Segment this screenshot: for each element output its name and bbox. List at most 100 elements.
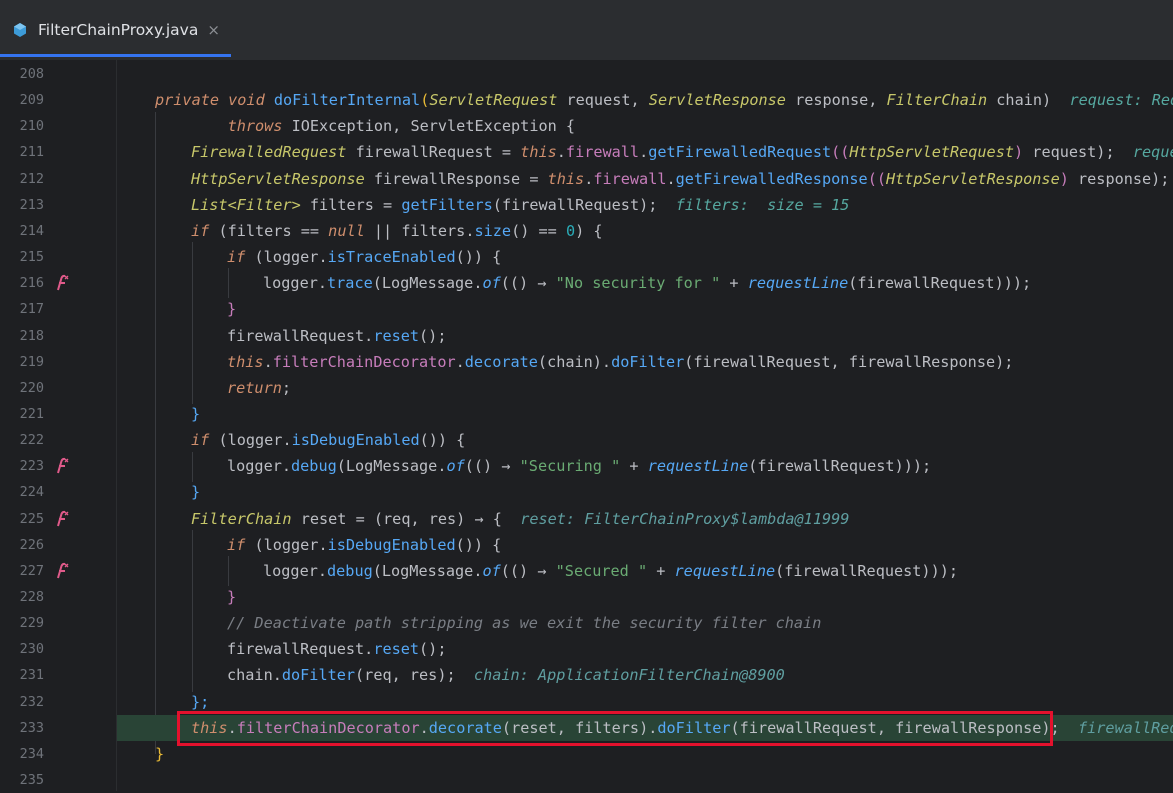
code-token: return	[227, 378, 282, 397]
tab-close-icon[interactable]: ×	[207, 21, 220, 39]
line-number[interactable]: 208	[0, 61, 44, 87]
line-number[interactable]: 233	[0, 715, 44, 741]
code-token: (firewallRequest, firewallResponse);	[730, 718, 1060, 737]
code-token: getFirewalledRequest	[648, 143, 832, 162]
line-number[interactable]: 222	[0, 427, 44, 453]
line-number[interactable]: 235	[0, 767, 44, 793]
code-line[interactable]: 235	[0, 767, 1173, 793]
code-line[interactable]: 227 logger.debug(LogMessage.of(() → "Secu…	[0, 558, 1173, 584]
code-token: ();	[419, 326, 447, 345]
code-line[interactable]: 230 firewallRequest.reset();	[0, 636, 1173, 662]
code-line[interactable]: 218 firewallRequest.reset();	[0, 323, 1173, 349]
line-number[interactable]: 229	[0, 610, 44, 636]
code-token: doFilter	[281, 666, 356, 685]
code-line[interactable]: 221}	[0, 401, 1173, 427]
code-token: request);	[1023, 143, 1115, 162]
line-number[interactable]: 230	[0, 636, 44, 662]
code-text: private void doFilterInternal(ServletReq…	[155, 87, 1173, 113]
code-line[interactable]: 210 throws IOException, ServletException…	[0, 113, 1173, 139]
code-punct: )	[1059, 169, 1069, 188]
code-token: firewallRequest.	[227, 640, 374, 659]
line-number[interactable]: 211	[0, 139, 44, 165]
code-token: reset	[373, 640, 420, 659]
line-number[interactable]: 212	[0, 166, 44, 192]
code-token: logger.	[227, 457, 292, 476]
code-line[interactable]: 219 this.filterChainDecorator.decorate(ch…	[0, 349, 1173, 375]
tab-filterchainproxy[interactable]: FilterChainProxy.java ×	[0, 6, 231, 57]
code-line[interactable]: 232};	[0, 689, 1173, 715]
line-number[interactable]: 226	[0, 532, 44, 558]
lambda-breakpoint-icon[interactable]	[53, 510, 69, 528]
line-number[interactable]: 228	[0, 584, 44, 610]
line-number[interactable]: 218	[0, 323, 44, 349]
line-number[interactable]: 231	[0, 662, 44, 688]
code-line[interactable]: 222 if (logger.isDebugEnabled()) {	[0, 427, 1173, 453]
code-line[interactable]: 209 private void doFilterInternal(Servlet…	[0, 87, 1173, 113]
code-token: throws	[227, 117, 292, 136]
line-number[interactable]: 232	[0, 689, 44, 715]
code-token: →	[474, 509, 484, 528]
line-number[interactable]: 220	[0, 375, 44, 401]
code-punct: >	[291, 195, 301, 214]
line-number[interactable]: 217	[0, 296, 44, 322]
code-token: (firewallRequest)));	[748, 457, 932, 476]
lambda-breakpoint-icon[interactable]	[53, 274, 69, 292]
code-token: "Secured "	[555, 561, 648, 580]
line-number[interactable]: 234	[0, 741, 44, 767]
inline-debug-value: firewallRequ	[1078, 718, 1173, 737]
code-line[interactable]: 233 this.filterChainDecorator.decorate(re…	[0, 714, 1173, 741]
code-text: this.filterChainDecorator.decorate(chain…	[227, 352, 1014, 371]
code-line[interactable]: 228}	[0, 584, 1173, 610]
code-token: ()) {	[455, 535, 502, 554]
code-token: filterChainDecorator	[236, 718, 420, 737]
line-number[interactable]: 214	[0, 218, 44, 244]
code-editor[interactable]: 208 209 private void doFilterInternal(Serv…	[0, 60, 1173, 791]
code-token: }	[227, 588, 237, 606]
code-line[interactable]: 225 FilterChain reset = (req, res) → { re…	[0, 506, 1173, 532]
code-line[interactable]: 226 if (logger.isDebugEnabled()) {	[0, 532, 1173, 558]
line-number[interactable]: 210	[0, 113, 44, 139]
code-line[interactable]: 229 // Deactivate path stripping as we ex…	[0, 610, 1173, 636]
code-line[interactable]: 216 logger.trace(LogMessage.of(() → "No s…	[0, 270, 1173, 296]
line-number[interactable]: 215	[0, 244, 44, 270]
code-line[interactable]: 223 logger.debug(LogMessage.of(() → "Secu…	[0, 453, 1173, 479]
code-text: };	[191, 689, 209, 715]
code-comment: // Deactivate path stripping as we exit …	[227, 614, 822, 633]
line-number[interactable]: 223	[0, 453, 44, 479]
code-line[interactable]: 213 List<Filter> filters = getFilters(fir…	[0, 192, 1173, 218]
code-token: (firewallRequest, firewallResponse);	[684, 352, 1014, 371]
code-line[interactable]: 208	[0, 61, 1173, 87]
code-line[interactable]: 214 if (filters == null || filters.size()…	[0, 218, 1173, 244]
code-token: (filters	[209, 221, 301, 240]
code-token: if	[191, 221, 210, 240]
code-line[interactable]: 234}	[0, 741, 1173, 767]
code-line[interactable]: 212 HttpServletResponse firewallResponse …	[0, 166, 1173, 192]
line-number[interactable]: 227	[0, 558, 44, 584]
code-token: (firewallRequest)));	[775, 561, 958, 580]
line-number[interactable]: 216	[0, 270, 44, 296]
lambda-breakpoint-icon[interactable]	[53, 562, 69, 580]
code-text: }	[191, 479, 200, 505]
line-number[interactable]: 225	[0, 506, 44, 532]
lambda-breakpoint-icon[interactable]	[53, 457, 69, 475]
code-token: this	[191, 718, 228, 737]
code-line[interactable]: 215 if (logger.isTraceEnabled()) {	[0, 244, 1173, 270]
line-number[interactable]: 224	[0, 479, 44, 505]
line-number[interactable]: 221	[0, 401, 44, 427]
code-token: requestLine	[674, 561, 776, 580]
code-line[interactable]: 231 chain.doFilter(req, res); chain: Appl…	[0, 662, 1173, 688]
code-text: FilterChain reset = (req, res) → { reset…	[191, 506, 849, 532]
line-number[interactable]: 209	[0, 87, 44, 113]
code-token: FilterChain	[191, 509, 292, 528]
code-token: || filters.	[364, 221, 475, 240]
code-line[interactable]: 217}	[0, 296, 1173, 322]
code-line[interactable]: 211 FirewalledRequest firewallRequest = t…	[0, 139, 1173, 165]
code-token: trace	[327, 274, 373, 293]
code-token: decorate	[428, 718, 502, 737]
line-number[interactable]: 219	[0, 349, 44, 375]
code-token: firewallRequest =	[346, 143, 521, 162]
line-number[interactable]: 213	[0, 192, 44, 218]
code-token: ServletResponse	[648, 91, 786, 110]
code-line[interactable]: 224}	[0, 479, 1173, 505]
code-line[interactable]: 220 return;	[0, 375, 1173, 401]
